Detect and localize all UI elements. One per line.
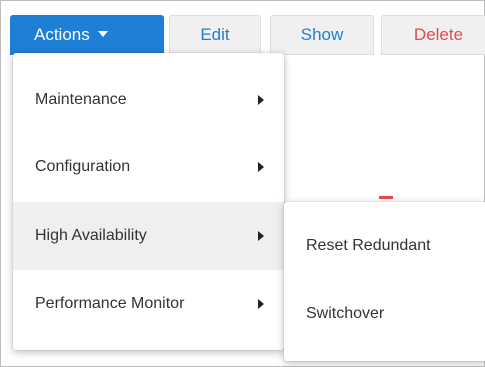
high-availability-submenu: Reset Redundant Switchover	[284, 202, 485, 361]
actions-menu: Maintenance Configuration High Availabil…	[13, 53, 284, 350]
menu-item-label: Configuration	[35, 158, 131, 175]
menu-item-configuration[interactable]: Configuration	[13, 133, 284, 201]
chevron-right-icon	[258, 162, 264, 172]
delete-tab[interactable]: Delete	[381, 15, 485, 55]
menu-item-label: High Availability	[35, 227, 147, 244]
chevron-right-icon	[258, 299, 264, 309]
menu-item-label: Performance Monitor	[35, 295, 185, 312]
chevron-right-icon	[258, 231, 264, 241]
show-tab[interactable]: Show	[270, 15, 374, 55]
submenu-item-reset-redundant[interactable]: Reset Redundant	[284, 211, 485, 281]
actions-dropdown-button[interactable]: Actions	[10, 15, 164, 55]
menu-item-label: Maintenance	[35, 91, 127, 108]
menu-item-high-availability[interactable]: High Availability	[13, 202, 284, 270]
menu-item-performance-monitor[interactable]: Performance Monitor	[13, 270, 284, 338]
menu-item-maintenance[interactable]: Maintenance	[13, 66, 284, 134]
edit-tab[interactable]: Edit	[169, 15, 261, 55]
submenu-item-switchover[interactable]: Switchover	[284, 279, 485, 349]
page-frame: Actions Edit Show Delete Maintenance Con…	[0, 0, 485, 367]
caret-down-icon	[97, 30, 108, 37]
background-red-mark	[379, 196, 393, 199]
chevron-right-icon	[258, 95, 264, 105]
actions-button-label: Actions	[34, 25, 90, 44]
